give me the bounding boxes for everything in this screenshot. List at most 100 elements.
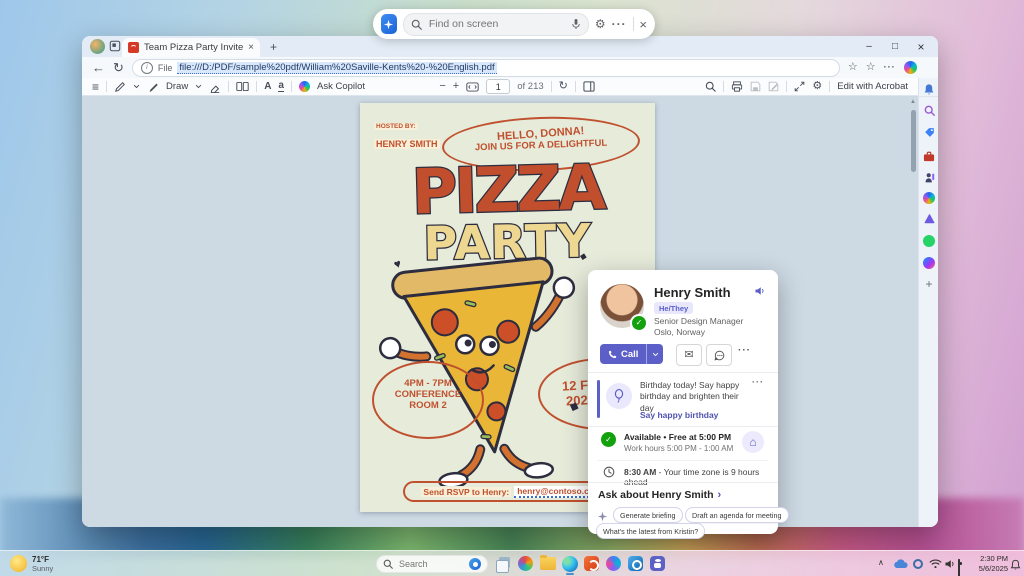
read-aloud-icon[interactable]: A xyxy=(264,82,271,92)
taskbar-search-input[interactable] xyxy=(397,558,465,570)
new-tab-button[interactable]: + xyxy=(266,39,281,54)
sidebar-bing-icon[interactable] xyxy=(922,191,936,205)
email-button[interactable]: ✉ xyxy=(676,344,702,366)
file-explorer-icon[interactable] xyxy=(540,557,556,570)
onedrive-cloud-icon[interactable] xyxy=(894,559,908,569)
sidebar-bell-icon[interactable] xyxy=(922,82,936,96)
edit-with-acrobat-button[interactable]: Edit with Acrobat xyxy=(837,81,908,92)
pen-icon[interactable] xyxy=(147,81,159,93)
ask-copilot-label[interactable]: Ask Copilot xyxy=(317,81,365,92)
visual-search-icon[interactable] xyxy=(381,14,397,34)
microsoft-365-icon[interactable] xyxy=(584,556,599,571)
thumbnails-panel-icon[interactable] xyxy=(583,81,595,92)
tab-actions-icon[interactable] xyxy=(109,40,121,52)
weather-temp: 71°F xyxy=(32,555,53,564)
pinwheel-app-icon[interactable] xyxy=(518,556,533,571)
translate-icon[interactable]: a xyxy=(278,81,284,92)
tab-close-icon[interactable]: × xyxy=(248,43,254,53)
favorites-icon[interactable]: ☆ xyxy=(848,62,858,73)
suggestion-pill[interactable]: Generate briefing xyxy=(613,507,683,523)
call-button[interactable]: Call xyxy=(600,344,663,364)
chat-button[interactable] xyxy=(706,344,732,366)
scrollbar-up-arrow[interactable]: ▲ xyxy=(910,99,916,105)
settings-gear-icon[interactable]: ⚙ xyxy=(595,18,606,30)
add-favorite-star-icon[interactable]: ☆ xyxy=(866,62,876,73)
address-bar[interactable]: i File file:///D:/PDF/sample%20pdf/Willi… xyxy=(132,59,840,77)
table-of-contents-icon[interactable]: ≡ xyxy=(92,81,99,93)
card-divider xyxy=(588,426,778,427)
zoom-out-icon[interactable]: − xyxy=(439,81,445,92)
minimize-button[interactable]: – xyxy=(856,37,882,56)
close-icon[interactable]: × xyxy=(639,18,647,31)
sidebar-toolbox-icon[interactable] xyxy=(922,149,936,163)
fit-to-width-icon[interactable] xyxy=(466,82,479,92)
sidebar-add-icon[interactable]: + xyxy=(922,277,936,291)
back-icon[interactable]: ← xyxy=(92,61,105,74)
sidebar-messenger-icon[interactable] xyxy=(922,256,936,270)
page-number-input[interactable]: 1 xyxy=(486,79,510,94)
scrollbar-thumb[interactable] xyxy=(911,110,916,172)
window-close-button[interactable]: × xyxy=(908,37,934,56)
search-highlights-icon xyxy=(469,558,481,570)
suggestion-pill[interactable]: What's the latest from Kristin? xyxy=(596,523,705,539)
copilot-icon[interactable] xyxy=(904,61,917,74)
highlighter-icon[interactable] xyxy=(114,81,126,93)
page-view-icon[interactable] xyxy=(236,81,249,92)
chevron-right-icon: › xyxy=(718,489,722,501)
pronounce-speaker-icon[interactable] xyxy=(754,286,766,296)
weather-widget[interactable]: 71°F Sunny xyxy=(32,555,53,573)
outlook-icon[interactable] xyxy=(628,556,643,571)
contact-more-icon[interactable]: ··· xyxy=(738,346,751,356)
pdf-viewer-area[interactable]: ▲ HOSTED BY: HENRY SMITH HELLO, DONNA! J… xyxy=(82,96,918,527)
maximize-button[interactable]: □ xyxy=(882,37,908,56)
sidebar-drop-icon[interactable] xyxy=(922,212,936,226)
home-workspace-icon[interactable]: ⌂ xyxy=(742,431,764,453)
ask-copilot-icon[interactable] xyxy=(299,81,310,92)
sidebar-shopping-tag-icon[interactable] xyxy=(922,125,936,139)
ask-about-header[interactable]: Ask about Henry Smith › xyxy=(598,489,721,501)
tray-status-icon[interactable] xyxy=(913,559,923,569)
copilot-taskbar-icon[interactable] xyxy=(606,556,621,571)
rotate-icon[interactable]: ↻ xyxy=(559,81,568,92)
tray-chevron-up-icon[interactable]: ∧ xyxy=(878,559,884,567)
birthday-more-icon[interactable]: ··· xyxy=(752,378,764,387)
highlighter-chevron-icon[interactable] xyxy=(133,83,140,90)
sidebar-m365-icon[interactable] xyxy=(922,171,936,185)
browser-more-icon[interactable]: ··· xyxy=(884,63,896,72)
refresh-icon[interactable]: ↻ xyxy=(113,61,124,74)
find-input-container[interactable] xyxy=(403,13,589,36)
sidebar-whatsapp-icon[interactable] xyxy=(922,234,936,248)
url-text[interactable]: file:///D:/PDF/sample%20pdf/William%20Sa… xyxy=(177,62,496,74)
more-options-icon[interactable]: ··· xyxy=(612,18,627,30)
find-input[interactable] xyxy=(427,17,566,31)
profile-avatar[interactable] xyxy=(90,39,105,54)
volume-icon[interactable] xyxy=(944,559,956,569)
pdf-toolbar: ≡ Draw A a xyxy=(82,78,918,96)
weather-sun-icon[interactable] xyxy=(10,555,27,572)
hosted-by-label: HOSTED BY: xyxy=(374,123,418,130)
sidebar-search-icon[interactable] xyxy=(922,103,936,117)
taskbar-clock[interactable]: 2:30 PM 5/6/2025 xyxy=(976,554,1008,574)
call-options-chevron-icon[interactable] xyxy=(646,344,663,364)
print-icon[interactable] xyxy=(731,81,743,92)
suggestion-pill[interactable]: Draft an agenda for meeting xyxy=(685,507,789,523)
microphone-icon[interactable] xyxy=(571,18,581,30)
task-view-icon[interactable] xyxy=(496,557,511,572)
draw-label[interactable]: Draw xyxy=(166,81,188,92)
pdf-search-icon[interactable] xyxy=(705,81,716,92)
pdf-settings-gear-icon[interactable]: ⚙ xyxy=(812,81,822,92)
say-happy-birthday-link[interactable]: Say happy birthday xyxy=(640,410,718,420)
edge-taskbar-icon[interactable] xyxy=(562,556,578,572)
battery-icon[interactable] xyxy=(958,559,960,576)
notification-bell-icon[interactable] xyxy=(1010,559,1021,571)
draw-chevron-icon[interactable] xyxy=(195,83,202,90)
teams-icon[interactable] xyxy=(650,556,665,571)
info-icon[interactable]: i xyxy=(141,62,153,74)
zoom-in-icon[interactable]: + xyxy=(453,81,459,92)
taskbar-search-box[interactable] xyxy=(376,555,488,573)
eraser-icon[interactable] xyxy=(209,81,221,93)
windows-start-button[interactable] xyxy=(352,556,367,571)
browser-tab[interactable]: Team Pizza Party Invite × xyxy=(122,38,260,57)
fullscreen-icon[interactable] xyxy=(794,81,805,92)
wifi-icon[interactable] xyxy=(929,559,942,569)
